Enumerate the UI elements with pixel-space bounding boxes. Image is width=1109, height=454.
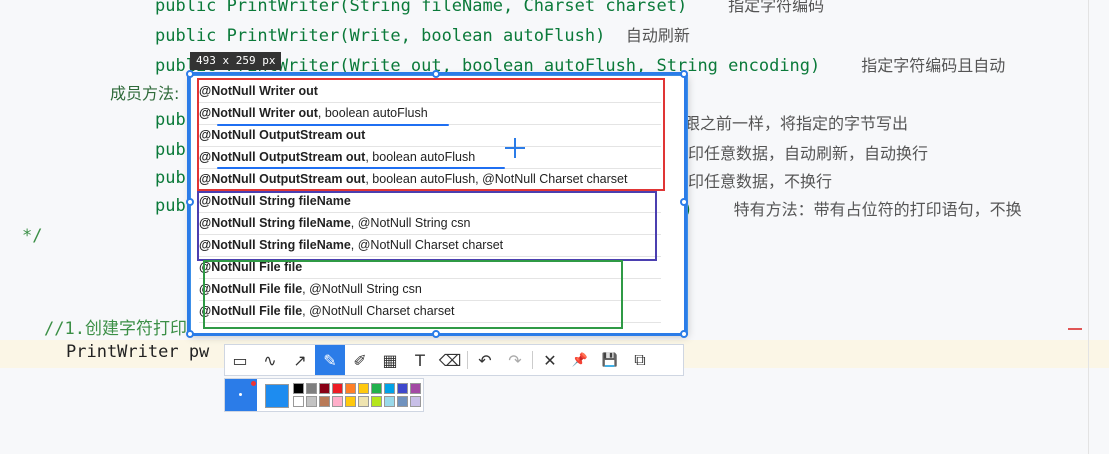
color-swatch[interactable] bbox=[384, 396, 395, 407]
error-marker bbox=[1068, 328, 1082, 330]
resize-handle[interactable] bbox=[432, 330, 440, 338]
text-tool-icon[interactable]: T bbox=[405, 345, 435, 375]
marker-tool-icon[interactable]: ✐ bbox=[345, 345, 375, 375]
color-swatch[interactable] bbox=[345, 396, 356, 407]
color-swatch[interactable] bbox=[319, 396, 330, 407]
code-line-1[interactable]: public PrintWriter(String fileName, Char… bbox=[155, 0, 824, 16]
color-swatch[interactable] bbox=[293, 383, 304, 394]
code-note-5: 规则跟之前一样，将指定的字节写出 bbox=[652, 114, 909, 133]
color-swatch[interactable] bbox=[306, 383, 317, 394]
toolbar-separator bbox=[467, 351, 468, 369]
color-swatch[interactable] bbox=[410, 383, 421, 394]
copy-icon[interactable]: ⧉ bbox=[625, 345, 655, 375]
color-palette bbox=[224, 378, 424, 412]
color-swatch[interactable] bbox=[332, 396, 343, 407]
color-swatch[interactable] bbox=[371, 383, 382, 394]
color-swatch[interactable] bbox=[332, 383, 343, 394]
mosaic-tool-icon[interactable]: ▦ bbox=[375, 345, 405, 375]
resize-handle[interactable] bbox=[432, 70, 440, 78]
color-swatch[interactable] bbox=[345, 383, 356, 394]
color-swatch[interactable] bbox=[410, 396, 421, 407]
color-swatch[interactable] bbox=[293, 396, 304, 407]
pin-icon[interactable]: 📌 bbox=[565, 345, 595, 375]
resize-handle[interactable] bbox=[680, 330, 688, 338]
current-color[interactable] bbox=[265, 384, 289, 408]
capture-selection-border[interactable] bbox=[187, 72, 687, 336]
code-line-2[interactable]: public PrintWriter(Write, boolean autoFl… bbox=[155, 22, 690, 46]
color-swatch[interactable] bbox=[358, 396, 369, 407]
close-icon[interactable]: ✕ bbox=[535, 345, 565, 375]
code-note-6: 打印任意数据，自动刷新，自动换行 bbox=[672, 144, 929, 163]
recording-dot-icon bbox=[251, 381, 256, 386]
code-note-7: 打印任意数据，不换行 bbox=[672, 172, 833, 191]
color-swatch[interactable] bbox=[319, 383, 330, 394]
redo-icon[interactable]: ↷ bbox=[500, 345, 530, 375]
code-note-8: gs) 特有方法：带有占位符的打印语句，不换 bbox=[662, 200, 1022, 220]
resize-handle[interactable] bbox=[680, 198, 688, 206]
selection-size-label: 493 x 259 px bbox=[190, 52, 282, 70]
color-swatch[interactable] bbox=[397, 396, 408, 407]
crosshair-cursor-icon bbox=[505, 138, 525, 158]
save-icon[interactable]: 💾 bbox=[595, 345, 625, 375]
right-margin-guide bbox=[1088, 0, 1089, 454]
annotation-toolbar: ▭ ∿ ↗ ✎ ✐ ▦ T ⌫ ↶ ↷ ✕ 📌 💾 ⧉ bbox=[224, 344, 684, 376]
color-swatch[interactable] bbox=[371, 396, 382, 407]
rectangle-tool-icon[interactable]: ▭ bbox=[225, 345, 255, 375]
curve-tool-icon[interactable]: ∿ bbox=[255, 345, 285, 375]
resize-handle[interactable] bbox=[680, 70, 688, 78]
arrow-tool-icon[interactable]: ↗ bbox=[285, 345, 315, 375]
resize-handle[interactable] bbox=[186, 70, 194, 78]
toolbar-separator bbox=[532, 351, 533, 369]
pen-size-dot bbox=[239, 393, 242, 396]
resize-handle[interactable] bbox=[186, 330, 194, 338]
color-swatch[interactable] bbox=[397, 383, 408, 394]
resize-handle[interactable] bbox=[186, 198, 194, 206]
color-swatch[interactable] bbox=[384, 383, 395, 394]
code-line-11[interactable]: PrintWriter pw bbox=[66, 342, 209, 362]
pen-tool-icon[interactable]: ✎ bbox=[315, 345, 345, 375]
undo-icon[interactable]: ↶ bbox=[470, 345, 500, 375]
eraser-tool-icon[interactable]: ⌫ bbox=[435, 345, 465, 375]
code-line-4[interactable]: 成员方法: bbox=[110, 80, 179, 104]
color-swatch[interactable] bbox=[306, 396, 317, 407]
color-swatch[interactable] bbox=[358, 383, 369, 394]
code-line-9[interactable]: */ bbox=[22, 226, 42, 246]
